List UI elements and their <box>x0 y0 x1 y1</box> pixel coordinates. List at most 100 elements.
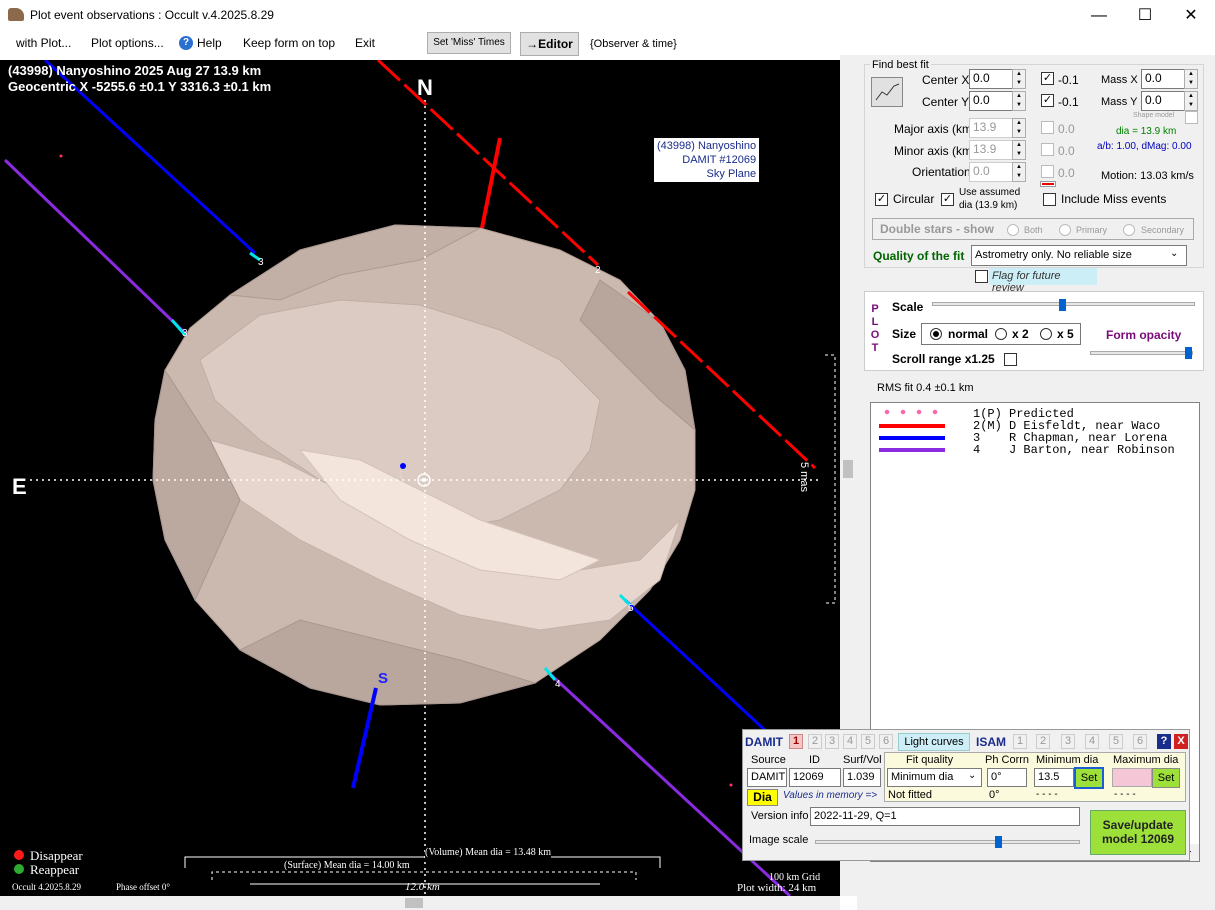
damit-model-2[interactable]: 2 <box>808 734 822 749</box>
max-dia-field[interactable] <box>1112 768 1152 787</box>
orientation-checkbox[interactable] <box>1041 165 1054 178</box>
damit-close-button[interactable]: X <box>1174 734 1188 749</box>
isam-model-4[interactable]: 4 <box>1085 734 1099 749</box>
mass-y-spinner[interactable]: ▲ ▼ <box>1184 91 1198 111</box>
ph-corrn-memory: 0° <box>989 789 1000 801</box>
dia-button[interactable]: Dia <box>747 789 778 806</box>
quality-select[interactable]: Astrometry only. No reliable size ⌄ <box>971 245 1187 266</box>
quality-select-value: Astrometry only. No reliable size <box>975 249 1132 261</box>
volume-scale-bracket <box>184 856 661 868</box>
isam-model-6[interactable]: 6 <box>1133 734 1147 749</box>
menu-exit[interactable]: Exit <box>355 36 375 50</box>
plot-hscroll-thumb[interactable] <box>405 898 423 908</box>
ph-corrn-field[interactable]: 0° <box>987 768 1027 787</box>
id-label: ID <box>809 754 820 766</box>
menu-help[interactable]: Help <box>197 36 222 50</box>
maximize-button[interactable]: ☐ <box>1122 0 1168 31</box>
menu-plot-options[interactable]: Plot options... <box>91 36 164 50</box>
damit-model-1[interactable]: 1 <box>789 734 803 749</box>
double-both-radio[interactable] <box>1007 224 1019 236</box>
major-axis-spinner[interactable]: ▲ ▼ <box>1012 118 1026 138</box>
size-x5-radio[interactable] <box>1040 328 1052 340</box>
center-y-spinner[interactable]: ▲ ▼ <box>1012 91 1026 111</box>
plot-area[interactable]: (43998) Nanyoshino 2025 Aug 27 13.9 km G… <box>0 60 840 896</box>
scroll-range-checkbox[interactable] <box>1004 353 1017 366</box>
use-assumed-checkbox[interactable]: ✓ <box>941 193 954 206</box>
label-box-line-1: (43998) Nanyoshino <box>657 140 757 152</box>
version-info-field[interactable]: 2022-11-29, Q=1 <box>810 807 1080 826</box>
flag-review-checkbox[interactable] <box>975 270 988 283</box>
help-icon: ? <box>179 36 193 50</box>
minor-axis-checkbox[interactable] <box>1041 143 1054 156</box>
source-field[interactable]: DAMIT <box>747 768 787 787</box>
include-miss-checkbox[interactable] <box>1043 193 1056 206</box>
find-best-fit-button[interactable] <box>871 77 903 107</box>
observer-line-icon <box>879 424 945 428</box>
orientation-spinner[interactable]: ▲ ▼ <box>1012 162 1026 182</box>
plot-horizontal-scrollbar[interactable] <box>0 896 840 910</box>
opacity-slider[interactable] <box>1090 351 1193 355</box>
shape-model-checkbox[interactable] <box>1185 111 1198 124</box>
surf-vol-field[interactable]: 1.039 <box>843 768 881 787</box>
isam-model-2[interactable]: 2 <box>1036 734 1050 749</box>
scale-slider-thumb[interactable] <box>1059 299 1066 311</box>
label-box-line-3: Sky Plane <box>706 168 757 180</box>
mass-x-input[interactable]: 0.0 <box>1141 69 1185 89</box>
double-primary-radio[interactable] <box>1059 224 1071 236</box>
damit-model-3[interactable]: 3 <box>825 734 839 749</box>
ab-info: a/b: 1.00, dMag: 0.00 <box>1097 141 1192 152</box>
damit-help-button[interactable]: ? <box>1157 734 1171 749</box>
max-dia-memory: - - - - <box>1114 789 1136 800</box>
minimize-button[interactable]: — <box>1076 0 1122 31</box>
plot-canvas <box>3 60 840 896</box>
center-x-input[interactable]: 0.0 <box>969 69 1013 89</box>
orientation-input[interactable]: 0.0 <box>969 162 1013 182</box>
image-scale-slider-thumb[interactable] <box>995 836 1002 848</box>
scroll-range-label: Scroll range x1.25 <box>892 352 995 366</box>
mass-x-spinner[interactable]: ▲ ▼ <box>1184 69 1198 89</box>
center-x-spinner[interactable]: ▲ ▼ <box>1012 69 1026 89</box>
max-dia-set-button[interactable]: Set <box>1152 768 1180 788</box>
opacity-slider-thumb[interactable] <box>1185 347 1192 359</box>
isam-model-1[interactable]: 1 <box>1013 734 1027 749</box>
minor-axis-spinner[interactable]: ▲ ▼ <box>1012 140 1026 160</box>
double-secondary-radio[interactable] <box>1123 224 1135 236</box>
center-y-checkbox[interactable]: ✓ <box>1041 94 1054 107</box>
isam-model-5[interactable]: 5 <box>1109 734 1123 749</box>
double-stars-label: Double stars - show <box>880 222 995 236</box>
editor-button[interactable]: →Editor <box>520 32 579 56</box>
north-label: N <box>417 75 433 100</box>
orientation-step: 0.0 <box>1058 166 1075 180</box>
isam-label: ISAM <box>976 735 1006 749</box>
min-dia-field[interactable]: 13.5 <box>1034 768 1074 787</box>
damit-model-6[interactable]: 6 <box>879 734 893 749</box>
image-scale-slider[interactable] <box>815 840 1080 844</box>
menu-keep-form-on-top[interactable]: Keep form on top <box>243 36 335 50</box>
menu-with-plot[interactable]: with Plot... <box>16 36 71 50</box>
minor-axis-input[interactable]: 13.9 <box>969 140 1013 160</box>
circular-checkbox[interactable]: ✓ <box>875 193 888 206</box>
plot-vscroll-thumb[interactable] <box>843 460 853 478</box>
min-dia-set-button[interactable]: Set <box>1074 767 1104 789</box>
major-axis-input[interactable]: 13.9 <box>969 118 1013 138</box>
center-x-checkbox[interactable]: ✓ <box>1041 72 1054 85</box>
observer-line-icon <box>879 436 945 440</box>
light-curves-button[interactable]: Light curves <box>898 733 970 751</box>
object-label-box: (43998) Nanyoshino DAMIT #12069 Sky Plan… <box>653 137 761 183</box>
fit-quality-select[interactable]: Minimum dia ⌄ <box>887 768 982 787</box>
center-y-input[interactable]: 0.0 <box>969 91 1013 111</box>
mass-y-input[interactable]: 0.0 <box>1141 91 1185 111</box>
major-axis-checkbox[interactable] <box>1041 121 1054 134</box>
isam-model-3[interactable]: 3 <box>1061 734 1075 749</box>
damit-model-4[interactable]: 4 <box>843 734 857 749</box>
damit-model-5[interactable]: 5 <box>861 734 875 749</box>
save-update-model-button[interactable]: Save/update model 12069 <box>1090 810 1186 855</box>
size-normal-radio[interactable] <box>930 328 942 340</box>
id-field[interactable]: 12069 <box>789 768 841 787</box>
fit-quality-label: Fit quality <box>906 754 954 766</box>
list-item[interactable]: 4 J Barton, near Robinson <box>879 443 1199 457</box>
close-button[interactable]: ✕ <box>1168 0 1214 31</box>
size-x2-radio[interactable] <box>995 328 1007 340</box>
color-swatch[interactable] <box>1040 181 1056 187</box>
set-miss-times-button[interactable]: Set 'Miss' Times <box>427 32 511 54</box>
